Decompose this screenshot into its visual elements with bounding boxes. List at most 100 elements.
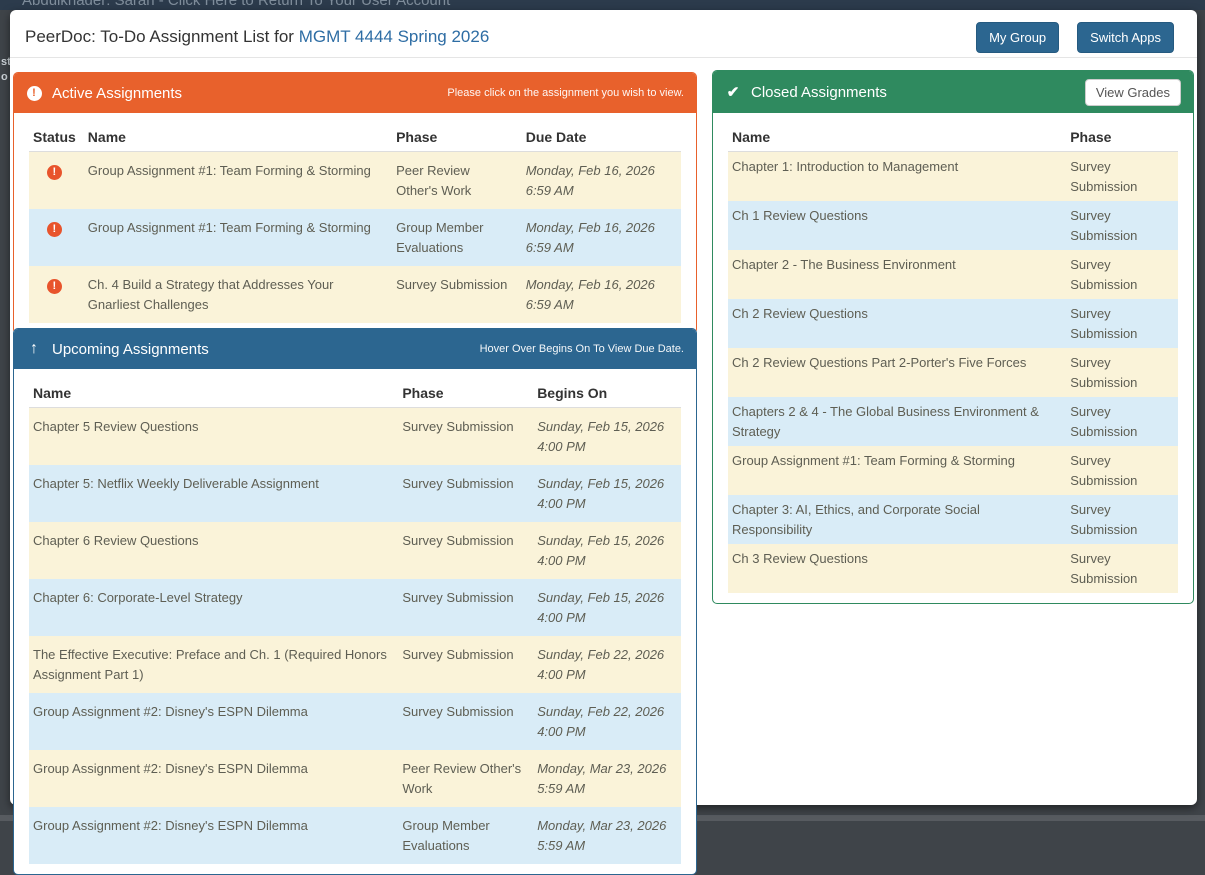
- column-header-due-date: Due Date: [522, 121, 681, 152]
- table-row[interactable]: Ch 3 Review Questions Survey Submission: [728, 544, 1178, 593]
- assignment-begins-on[interactable]: Sunday, Feb 22, 2026 4:00 PM: [533, 636, 681, 693]
- assignment-name: Group Assignment #2: Disney's ESPN Dilem…: [29, 693, 398, 750]
- assignment-phase: Peer Review Other's Work: [392, 152, 522, 210]
- assignment-begins-on[interactable]: Monday, Mar 23, 2026 5:59 AM: [533, 750, 681, 807]
- column-header-status: Status: [29, 121, 84, 152]
- assignment-name: Chapter 5: Netflix Weekly Deliverable As…: [29, 465, 398, 522]
- switch-apps-button[interactable]: Switch Apps: [1077, 22, 1174, 53]
- status-alert-icon: !: [47, 165, 62, 180]
- active-assignments-header: ! Active Assignments Please click on the…: [14, 73, 696, 113]
- assignment-phase: Survey Submission: [1066, 250, 1178, 299]
- assignment-phase: Survey Submission: [1066, 152, 1178, 202]
- table-row[interactable]: Group Assignment #2: Disney's ESPN Dilem…: [29, 750, 681, 807]
- status-alert-icon: !: [47, 222, 62, 237]
- assignment-phase: Group Member Evaluations: [392, 209, 522, 266]
- table-row[interactable]: Chapter 1: Introduction to Management Su…: [728, 152, 1178, 202]
- table-row[interactable]: ! Group Assignment #1: Team Forming & St…: [29, 209, 681, 266]
- assignment-name: Chapter 6: Corporate-Level Strategy: [29, 579, 398, 636]
- assignment-phase: Survey Submission: [398, 465, 533, 522]
- table-row[interactable]: Ch 2 Review Questions Part 2-Porter's Fi…: [728, 348, 1178, 397]
- assignment-phase: Survey Submission: [1066, 299, 1178, 348]
- table-row[interactable]: Ch 1 Review Questions Survey Submission: [728, 201, 1178, 250]
- assignment-phase: Survey Submission: [1066, 544, 1178, 593]
- assignment-begins-on[interactable]: Sunday, Feb 15, 2026 4:00 PM: [533, 408, 681, 466]
- assignment-due-date: Monday, Feb 16, 2026 6:59 AM: [522, 152, 681, 210]
- assignment-name: Chapter 5 Review Questions: [29, 408, 398, 466]
- assignment-phase: Survey Submission: [1066, 446, 1178, 495]
- assignment-begins-on[interactable]: Sunday, Feb 22, 2026 4:00 PM: [533, 693, 681, 750]
- active-assignments-panel: ! Active Assignments Please click on the…: [13, 72, 697, 334]
- active-assignments-table: Status Name Phase Due Date ! Group Assig…: [29, 121, 681, 323]
- assignment-name[interactable]: Chapter 2 - The Business Environment: [728, 250, 1066, 299]
- background-navbar: Abdulkhader: Sarah - Click Here to Retur…: [0, 0, 1205, 10]
- assignment-name[interactable]: Ch. 4 Build a Strategy that Addresses Yo…: [84, 266, 392, 323]
- upcoming-assignments-panel: ↑ Upcoming Assignments Hover Over Begins…: [13, 328, 697, 875]
- assignment-phase: Group Member Evaluations: [398, 807, 533, 864]
- arrow-up-icon: ↑: [26, 341, 42, 357]
- assignment-name[interactable]: Group Assignment #1: Team Forming & Stor…: [84, 152, 392, 210]
- table-row[interactable]: Chapter 6: Corporate-Level Strategy Surv…: [29, 579, 681, 636]
- table-row[interactable]: ! Group Assignment #1: Team Forming & St…: [29, 152, 681, 210]
- table-row[interactable]: Chapter 5 Review Questions Survey Submis…: [29, 408, 681, 466]
- background-text-fragment: o: [1, 71, 8, 83]
- course-link[interactable]: MGMT 4444 Spring 2026: [299, 27, 490, 46]
- table-row[interactable]: ! Ch. 4 Build a Strategy that Addresses …: [29, 266, 681, 323]
- assignment-phase: Survey Submission: [398, 522, 533, 579]
- table-row[interactable]: Ch 2 Review Questions Survey Submission: [728, 299, 1178, 348]
- modal-body: ! Active Assignments Please click on the…: [10, 58, 1197, 805]
- assignment-begins-on[interactable]: Sunday, Feb 15, 2026 4:00 PM: [533, 522, 681, 579]
- table-row[interactable]: Chapter 6 Review Questions Survey Submis…: [29, 522, 681, 579]
- assignment-phase: Survey Submission: [1066, 201, 1178, 250]
- assignment-name[interactable]: Chapter 3: AI, Ethics, and Corporate Soc…: [728, 495, 1066, 544]
- assignment-name[interactable]: Ch 2 Review Questions: [728, 299, 1066, 348]
- upcoming-assignments-header: ↑ Upcoming Assignments Hover Over Begins…: [14, 329, 696, 369]
- assignment-name[interactable]: Chapters 2 & 4 - The Global Business Env…: [728, 397, 1066, 446]
- column-header-phase: Phase: [398, 377, 533, 408]
- assignment-phase: Survey Submission: [1066, 348, 1178, 397]
- table-row[interactable]: The Effective Executive: Preface and Ch.…: [29, 636, 681, 693]
- table-row[interactable]: Chapters 2 & 4 - The Global Business Env…: [728, 397, 1178, 446]
- assignment-due-date: Monday, Feb 16, 2026 6:59 AM: [522, 266, 681, 323]
- active-assignments-title: Active Assignments: [52, 85, 182, 102]
- status-alert-icon: !: [47, 279, 62, 294]
- assignment-name[interactable]: Ch 1 Review Questions: [728, 201, 1066, 250]
- assignment-name[interactable]: Group Assignment #1: Team Forming & Stor…: [84, 209, 392, 266]
- modal-header: PeerDoc: To-Do Assignment List for MGMT …: [10, 10, 1197, 58]
- table-row[interactable]: Chapter 3: AI, Ethics, and Corporate Soc…: [728, 495, 1178, 544]
- assignment-phase: Survey Submission: [1066, 495, 1178, 544]
- table-row[interactable]: Group Assignment #2: Disney's ESPN Dilem…: [29, 807, 681, 864]
- assignment-phase: Peer Review Other's Work: [398, 750, 533, 807]
- assignment-phase: Survey Submission: [398, 408, 533, 466]
- assignment-begins-on[interactable]: Sunday, Feb 15, 2026 4:00 PM: [533, 465, 681, 522]
- closed-assignments-header: ✔ Closed Assignments View Grades: [713, 71, 1193, 113]
- assignment-begins-on[interactable]: Sunday, Feb 15, 2026 4:00 PM: [533, 579, 681, 636]
- assignment-name[interactable]: Ch 3 Review Questions: [728, 544, 1066, 593]
- assignment-name[interactable]: Ch 2 Review Questions Part 2-Porter's Fi…: [728, 348, 1066, 397]
- column-header-phase: Phase: [1066, 121, 1178, 152]
- column-header-name: Name: [728, 121, 1066, 152]
- table-row[interactable]: Chapter 5: Netflix Weekly Deliverable As…: [29, 465, 681, 522]
- assignment-phase: Survey Submission: [398, 693, 533, 750]
- assignment-phase: Survey Submission: [398, 579, 533, 636]
- assignment-name[interactable]: Chapter 1: Introduction to Management: [728, 152, 1066, 202]
- column-header-name: Name: [84, 121, 392, 152]
- column-header-begins-on: Begins On: [533, 377, 681, 408]
- assignment-name[interactable]: Group Assignment #1: Team Forming & Stor…: [728, 446, 1066, 495]
- table-row[interactable]: Chapter 2 - The Business Environment Sur…: [728, 250, 1178, 299]
- assignment-name: Group Assignment #2: Disney's ESPN Dilem…: [29, 750, 398, 807]
- assignment-begins-on[interactable]: Monday, Mar 23, 2026 5:59 AM: [533, 807, 681, 864]
- assignment-phase: Survey Submission: [1066, 397, 1178, 446]
- closed-assignments-title: Closed Assignments: [751, 84, 887, 101]
- view-grades-button[interactable]: View Grades: [1085, 79, 1181, 106]
- page-title-prefix: PeerDoc: To-Do Assignment List for: [25, 27, 299, 46]
- closed-assignments-table: Name Phase Chapter 1: Introduction to Ma…: [728, 121, 1178, 593]
- active-assignments-hint: Please click on the assignment you wish …: [447, 87, 684, 99]
- background-navbar-text: Abdulkhader: Sarah - Click Here to Retur…: [22, 0, 450, 9]
- assignment-name: The Effective Executive: Preface and Ch.…: [29, 636, 398, 693]
- my-group-button[interactable]: My Group: [976, 22, 1059, 53]
- table-row[interactable]: Group Assignment #1: Team Forming & Stor…: [728, 446, 1178, 495]
- table-row[interactable]: Group Assignment #2: Disney's ESPN Dilem…: [29, 693, 681, 750]
- upcoming-assignments-table: Name Phase Begins On Chapter 5 Review Qu…: [29, 377, 681, 864]
- assignment-name: Chapter 6 Review Questions: [29, 522, 398, 579]
- assignment-phase: Survey Submission: [398, 636, 533, 693]
